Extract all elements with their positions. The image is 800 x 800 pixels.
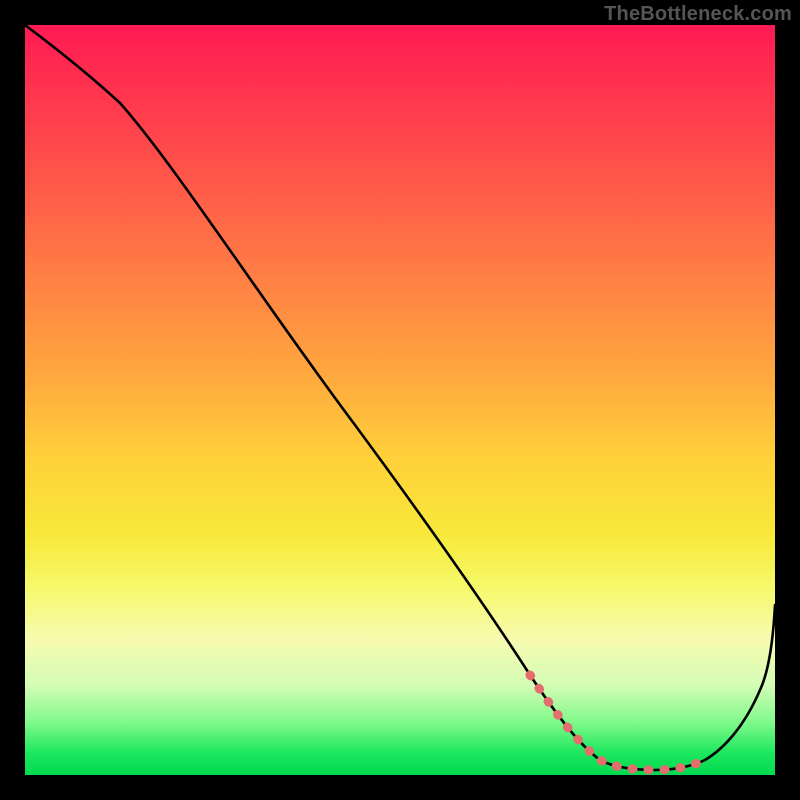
plot-area: [25, 25, 775, 775]
curve-layer: [25, 25, 775, 775]
flat-segment-dots: [530, 675, 705, 770]
attribution-label: TheBottleneck.com: [604, 3, 792, 26]
bottleneck-curve: [25, 25, 775, 770]
chart-stage: TheBottleneck.com: [0, 0, 800, 800]
